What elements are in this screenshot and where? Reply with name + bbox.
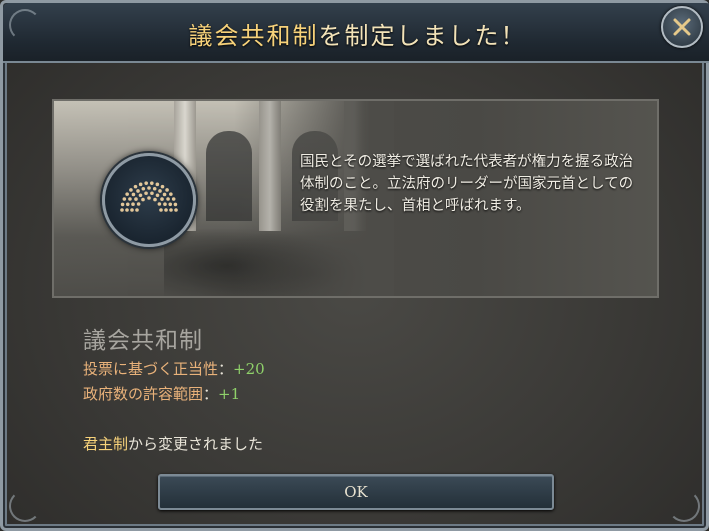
- title-government-name: 議会共和制: [188, 22, 319, 50]
- stat-row-government-tolerance: 政府数の許容範囲：+1: [83, 385, 241, 403]
- stat-value: +1: [218, 385, 241, 403]
- dialog-window: 議会共和制を制定しました！ 国民とその選挙で選ばれた代表者が権力を握る政治体制の…: [0, 0, 709, 531]
- stat-label: 投票に基づく正当性: [83, 360, 219, 378]
- government-description: 国民とその選挙で選ばれた代表者が権力を握る政治体制のこと。立法府のリーダーが国家…: [300, 154, 634, 214]
- stat-value: +20: [233, 360, 265, 378]
- title-bar: 議会共和制を制定しました！: [3, 3, 709, 63]
- stat-label: 政府数の許容範囲: [83, 385, 204, 403]
- close-button[interactable]: [661, 6, 703, 48]
- ok-button[interactable]: OK: [158, 474, 554, 510]
- ornament-corner-bottom-right: [668, 490, 700, 522]
- title-rest: を制定しました！: [318, 22, 527, 50]
- changed-from-text: 君主制から変更されました: [83, 435, 264, 453]
- ornament-corner-top-left: [9, 9, 41, 41]
- stat-row-legitimacy: 投票に基づく正当性：+20: [83, 360, 265, 378]
- info-panel: 国民とその選挙で選ばれた代表者が権力を握る政治体制のこと。立法府のリーダーが国家…: [52, 99, 659, 298]
- previous-government: 君主制: [83, 435, 129, 453]
- government-name: 議会共和制: [83, 328, 203, 354]
- ornament-corner-bottom-left: [9, 490, 41, 522]
- parliament-hemicycle-icon: [102, 153, 196, 247]
- close-x-icon: [673, 18, 691, 36]
- dialog-title: 議会共和制を制定しました！: [3, 16, 709, 51]
